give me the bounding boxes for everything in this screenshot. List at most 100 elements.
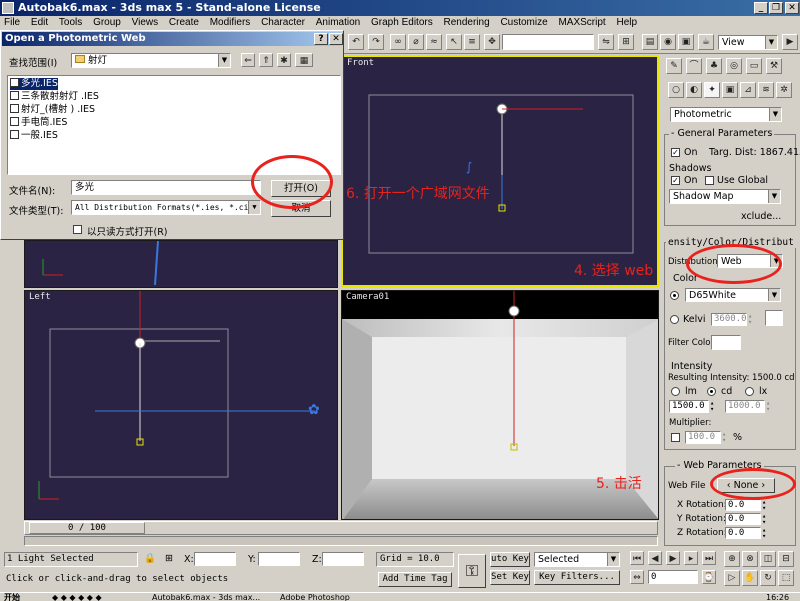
utilities-tab-icon[interactable]: ⚒ bbox=[766, 58, 782, 74]
filter-color-swatch[interactable] bbox=[711, 335, 741, 350]
zoom-icon[interactable]: ⊕ bbox=[724, 551, 740, 567]
absolute-mode-icon[interactable]: ⊞ bbox=[165, 553, 173, 564]
general-parameters-title[interactable]: - General Parameters bbox=[669, 128, 775, 139]
render-last-icon[interactable]: ▶ bbox=[782, 34, 798, 50]
z-rotation-spinner[interactable]: 0.0 bbox=[725, 527, 770, 539]
zoom-extents-all-icon[interactable]: ⊟ bbox=[778, 551, 794, 567]
material-editor-icon[interactable]: ◉ bbox=[660, 34, 676, 50]
y-coord-field[interactable] bbox=[258, 552, 300, 566]
viewport-left[interactable]: Left ✿ bbox=[24, 290, 338, 520]
systems-icon[interactable]: ✲ bbox=[776, 82, 792, 98]
key-filters-button[interactable]: Key Filters... bbox=[534, 570, 620, 585]
title-bar[interactable]: Autobak6.max - 3ds max 5 - Stand-alone L… bbox=[0, 0, 800, 16]
track-bar[interactable] bbox=[24, 536, 658, 546]
lock-selection-icon[interactable]: 🔒 bbox=[144, 553, 156, 564]
time-config-icon[interactable]: ⌚ bbox=[702, 570, 716, 584]
display-tab-icon[interactable]: ▭ bbox=[746, 58, 762, 74]
minimize-button[interactable]: _ bbox=[754, 2, 768, 14]
move-icon[interactable]: ✥ bbox=[484, 34, 500, 50]
view-menu-icon[interactable]: ▦ bbox=[295, 53, 313, 67]
close-button[interactable]: ✕ bbox=[785, 2, 799, 14]
light-type-dropdown[interactable]: Photometric bbox=[670, 107, 782, 122]
viewport-top[interactable] bbox=[24, 240, 338, 288]
kelvin-color-swatch[interactable] bbox=[765, 310, 783, 326]
pan-icon[interactable]: ✋ bbox=[742, 570, 758, 586]
menu-customize[interactable]: Customize bbox=[500, 17, 547, 28]
dialog-title-bar[interactable]: Open a Photometric Web ? ✕ bbox=[2, 32, 343, 46]
menu-create[interactable]: Create bbox=[169, 17, 199, 28]
bind-icon[interactable]: ≈ bbox=[426, 34, 442, 50]
key-icon[interactable]: ⚿ bbox=[458, 554, 486, 588]
menu-group[interactable]: Group bbox=[93, 17, 121, 28]
shadow-type-dropdown[interactable]: Shadow Map bbox=[669, 189, 781, 204]
kelvin-spinner[interactable]: 3600.0 bbox=[711, 313, 756, 326]
x-rotation-spinner[interactable]: 0.0 bbox=[725, 499, 770, 511]
menu-rendering[interactable]: Rendering bbox=[444, 17, 490, 28]
taskbar-item-photoshop[interactable]: Adobe Photoshop bbox=[280, 593, 350, 601]
menu-animation[interactable]: Animation bbox=[316, 17, 360, 28]
hierarchy-tab-icon[interactable]: ♣ bbox=[706, 58, 722, 74]
file-item-selected[interactable]: 多光.IES bbox=[10, 78, 58, 90]
new-folder-icon[interactable]: ✱ bbox=[277, 53, 291, 67]
quick-render-icon[interactable]: ☕ bbox=[698, 34, 714, 50]
lm-radio[interactable] bbox=[671, 387, 680, 396]
light-on-checkbox[interactable]: ✓ bbox=[671, 148, 680, 157]
use-global-checkbox[interactable] bbox=[705, 176, 714, 185]
align-icon[interactable]: ⊞ bbox=[618, 34, 634, 50]
mirror-icon[interactable]: ⇋ bbox=[598, 34, 614, 50]
track-view-icon[interactable]: ▤ bbox=[642, 34, 658, 50]
menu-help[interactable]: Help bbox=[616, 17, 637, 28]
go-to-start-icon[interactable]: ⏮ bbox=[630, 551, 644, 565]
next-frame-icon[interactable]: ▸ bbox=[684, 551, 698, 565]
dialog-close-button[interactable]: ✕ bbox=[329, 33, 343, 45]
dialog-help-button[interactable]: ? bbox=[314, 33, 328, 45]
back-icon[interactable]: ⇐ bbox=[241, 53, 255, 67]
menu-character[interactable]: Character bbox=[261, 17, 305, 28]
y-rotation-spinner[interactable]: 0.0 bbox=[725, 513, 770, 525]
zoom-extents-icon[interactable]: ◫ bbox=[760, 551, 776, 567]
up-folder-icon[interactable]: ⇑ bbox=[259, 53, 273, 67]
helpers-icon[interactable]: ⊿ bbox=[740, 82, 756, 98]
menu-views[interactable]: Views bbox=[132, 17, 159, 28]
viewport-front[interactable]: Front ∫ bbox=[341, 55, 659, 287]
readonly-checkbox[interactable] bbox=[73, 225, 82, 234]
cameras-icon[interactable]: ▣ bbox=[722, 82, 738, 98]
menu-modifiers[interactable]: Modifiers bbox=[210, 17, 251, 28]
key-mode-toggle-icon[interactable]: ⇔ bbox=[630, 570, 644, 584]
file-item[interactable]: 三条散射射灯 .IES bbox=[10, 91, 99, 103]
color-preset-dropdown[interactable]: D65White bbox=[685, 288, 781, 302]
unlink-icon[interactable]: ⌀ bbox=[408, 34, 424, 50]
file-item[interactable]: 手电筒.IES bbox=[10, 117, 67, 129]
selection-set-field[interactable] bbox=[502, 34, 594, 50]
z-coord-field[interactable] bbox=[322, 552, 364, 566]
time-slider-track[interactable]: 0 / 100 bbox=[24, 521, 658, 535]
filename-input[interactable]: 多光 bbox=[71, 180, 261, 195]
lights-icon[interactable]: ✦ bbox=[704, 82, 720, 98]
undo-icon[interactable]: ↶ bbox=[348, 34, 364, 50]
select-by-name-icon[interactable]: ≡ bbox=[464, 34, 480, 50]
create-tab-icon[interactable]: ✎ bbox=[666, 58, 682, 74]
start-button[interactable]: 开始 bbox=[4, 593, 20, 601]
field-of-view-icon[interactable]: ▷ bbox=[724, 570, 740, 586]
go-to-end-icon[interactable]: ⏭ bbox=[702, 551, 716, 565]
menu-tools[interactable]: Tools bbox=[59, 17, 82, 28]
kelvin-radio[interactable] bbox=[670, 315, 679, 324]
select-icon[interactable]: ↖ bbox=[446, 34, 462, 50]
distance-spinner[interactable]: 1000.0 bbox=[725, 400, 774, 413]
render-scene-icon[interactable]: ▣ bbox=[678, 34, 694, 50]
taskbar-item-3dsmax[interactable]: Autobak6.max - 3ds max... bbox=[152, 593, 260, 601]
filetype-dropdown[interactable]: All Distribution Formats(*.ies, *.cib bbox=[71, 200, 261, 215]
intensity-spinner[interactable]: 1500.0 bbox=[669, 400, 718, 413]
link-icon[interactable]: ∞ bbox=[390, 34, 406, 50]
shadows-on-checkbox[interactable]: ✓ bbox=[671, 176, 680, 185]
exclude-button[interactable]: xclude... bbox=[741, 211, 781, 222]
file-item[interactable]: 射灯_(槽射 ) .IES bbox=[10, 104, 95, 116]
multiplier-spinner[interactable]: 100.0 bbox=[685, 431, 730, 444]
motion-tab-icon[interactable]: ◎ bbox=[726, 58, 742, 74]
spacewarps-icon[interactable]: ≋ bbox=[758, 82, 774, 98]
cd-radio[interactable] bbox=[707, 387, 716, 396]
viewport-dropdown[interactable]: View bbox=[718, 35, 778, 50]
maximize-button[interactable]: ❐ bbox=[769, 2, 783, 14]
zoom-all-icon[interactable]: ⊗ bbox=[742, 551, 758, 567]
lx-radio[interactable] bbox=[745, 387, 754, 396]
